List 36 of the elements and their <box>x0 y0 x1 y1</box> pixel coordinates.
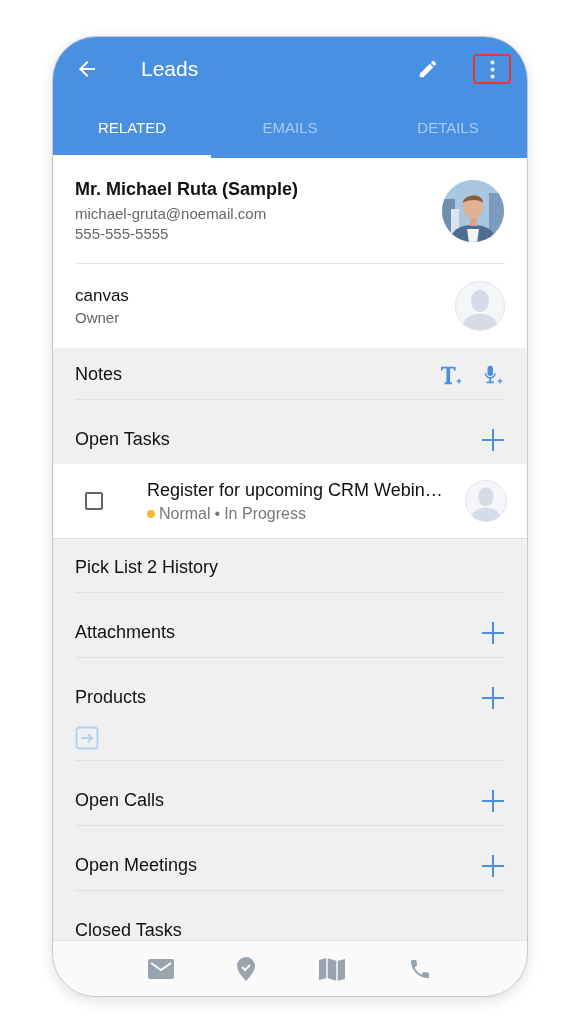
task-title: Register for upcoming CRM Webin… <box>147 479 444 501</box>
tab[interactable]: DETAILS <box>369 101 527 158</box>
section-title: Open Calls <box>75 791 166 811</box>
screen-title: Leads <box>141 57 200 81</box>
checkbox[interactable] <box>85 492 103 510</box>
contact-email: michael-gruta@noemail.com <box>75 205 268 222</box>
section-title: Notes <box>75 365 124 385</box>
task-status: In Progress <box>224 504 306 523</box>
section-title: Open Meetings <box>75 856 199 876</box>
avatar-icon <box>455 281 505 331</box>
contact-phone: 555-555-5555 <box>75 225 170 242</box>
mail-icon[interactable] <box>148 958 174 979</box>
section-title: Products <box>75 688 148 708</box>
add-icon[interactable] <box>481 686 505 710</box>
pencil-icon[interactable] <box>417 58 439 80</box>
add-icon[interactable] <box>481 854 505 878</box>
more-icon <box>489 59 495 79</box>
task-priority: Normal <box>159 504 211 523</box>
contact-name: Mr. Michael Ruta (Sample) <box>75 179 299 200</box>
separator-dot: • <box>214 504 221 523</box>
tab[interactable]: EMAILS <box>211 101 369 158</box>
section-title: Open Tasks <box>75 430 171 450</box>
add-icon[interactable] <box>481 428 505 452</box>
add-text-icon[interactable] <box>439 364 463 386</box>
avatar-icon <box>465 480 507 522</box>
map-icon[interactable] <box>318 956 346 981</box>
owner-name: canvas <box>75 286 129 306</box>
owner-role: Owner <box>75 309 121 326</box>
more-button[interactable] <box>473 54 511 84</box>
section-title: Attachments <box>75 623 177 643</box>
task-row[interactable]: Register for upcoming CRM Webin… Normal • In Progress <box>53 464 527 539</box>
section-title: Pick List 2 History <box>75 558 220 578</box>
section-title: Closed Tasks <box>75 921 183 940</box>
add-icon[interactable] <box>481 789 505 813</box>
add-icon[interactable] <box>481 621 505 645</box>
location-check-icon[interactable] <box>236 955 256 982</box>
